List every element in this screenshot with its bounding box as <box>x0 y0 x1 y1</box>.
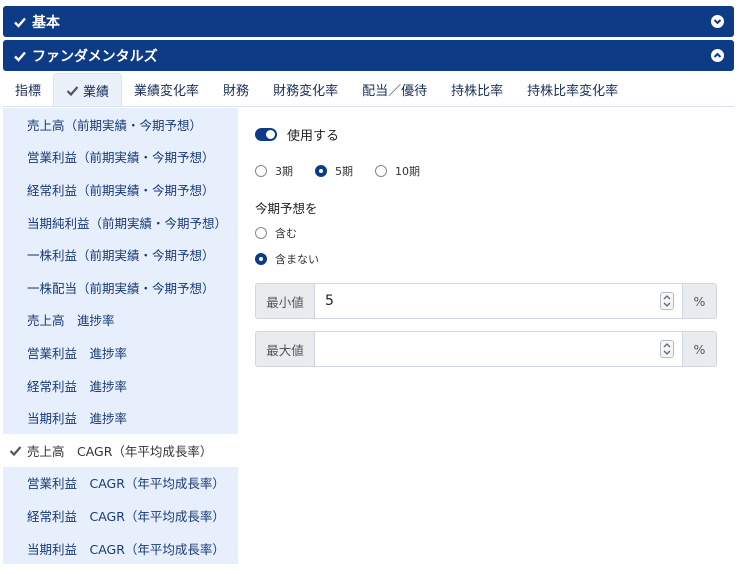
list-item[interactable]: 経常利益 CAGR（年平均成長率） <box>3 499 238 532</box>
list-item[interactable]: 売上高（前期実績・今期予想） <box>3 108 238 141</box>
check-icon <box>66 85 79 96</box>
tab-performance[interactable]: 業績 <box>53 73 123 106</box>
list-item[interactable]: 当期利益 進捗率 <box>3 401 238 434</box>
max-value-group: 最大値 % <box>255 331 717 367</box>
list-item[interactable]: 売上高 進捗率 <box>3 304 238 337</box>
tab-performance-change[interactable]: 業績変化率 <box>122 73 211 106</box>
radio-button[interactable] <box>255 227 267 239</box>
panel-header-basic[interactable]: 基本 <box>3 6 734 37</box>
radio-button[interactable] <box>255 165 267 177</box>
max-value-stepper[interactable] <box>652 332 682 366</box>
tab-shareholding-change[interactable]: 持株比率変化率 <box>515 73 630 106</box>
radio-button[interactable] <box>375 165 387 177</box>
panel-title-basic: 基本 <box>32 14 60 31</box>
tab-bar: 指標 業績 業績変化率 財務 財務変化率 配当／優待 持株比率 持株比率変化率 <box>3 73 734 107</box>
list-item-active[interactable]: 売上高 CAGR（年平均成長率） <box>3 433 238 467</box>
min-value-input[interactable] <box>315 284 652 318</box>
chevron-up-icon[interactable] <box>711 49 724 62</box>
list-item[interactable]: 当期純利益（前期実績・今期予想） <box>3 206 238 239</box>
panel-header-fundamentals[interactable]: ファンダメンタルズ <box>3 40 734 71</box>
check-icon <box>9 446 22 456</box>
list-item[interactable]: 一株利益（前期実績・今期予想） <box>3 238 238 271</box>
forecast-option-exclude[interactable]: 含まない <box>255 251 341 267</box>
check-icon <box>14 51 26 62</box>
list-item[interactable]: 一株配当（前期実績・今期予想） <box>3 271 238 304</box>
min-value-stepper[interactable] <box>652 284 682 318</box>
radio-button-checked[interactable] <box>315 165 327 177</box>
period-option-5[interactable]: 5期 <box>315 163 353 179</box>
min-value-group: 最小値 % <box>255 283 717 319</box>
tab-finance[interactable]: 財務 <box>211 73 261 106</box>
max-value-unit: % <box>682 332 716 366</box>
list-item[interactable]: 当期利益 CAGR（年平均成長率） <box>3 532 238 565</box>
tab-dividend[interactable]: 配当／優待 <box>350 73 439 106</box>
min-value-label: 最小値 <box>256 284 315 318</box>
max-value-label: 最大値 <box>256 332 315 366</box>
min-value-unit: % <box>682 284 716 318</box>
forecast-option-include[interactable]: 含む <box>255 225 319 241</box>
list-item[interactable]: 経常利益 進捗率 <box>3 369 238 402</box>
check-icon <box>14 17 26 28</box>
radio-button-checked[interactable] <box>255 253 267 265</box>
use-toggle-switch[interactable] <box>255 128 277 141</box>
max-value-input[interactable] <box>315 332 652 366</box>
forecast-label: 今期予想を <box>255 201 318 216</box>
use-toggle-label: 使用する <box>287 129 340 144</box>
period-option-3[interactable]: 3期 <box>255 163 293 179</box>
list-item[interactable]: 営業利益 進捗率 <box>3 336 238 369</box>
chevron-down-icon[interactable] <box>711 15 724 28</box>
list-item[interactable]: 営業利益 CAGR（年平均成長率） <box>3 467 238 500</box>
use-toggle-row: 使用する <box>255 125 339 144</box>
list-item[interactable]: 経常利益（前期実績・今期予想） <box>3 173 238 206</box>
tab-indicators[interactable]: 指標 <box>3 73 53 106</box>
list-item[interactable]: 営業利益（前期実績・今期予想） <box>3 141 238 174</box>
period-radio-group: 3期 5期 10期 <box>255 163 442 179</box>
tab-finance-change[interactable]: 財務変化率 <box>261 73 350 106</box>
indicator-list: 売上高（前期実績・今期予想） 営業利益（前期実績・今期予想） 経常利益（前期実績… <box>3 108 238 564</box>
tab-shareholding[interactable]: 持株比率 <box>439 73 515 106</box>
period-option-10[interactable]: 10期 <box>375 163 420 179</box>
panel-title-fundamentals: ファンダメンタルズ <box>32 48 158 65</box>
